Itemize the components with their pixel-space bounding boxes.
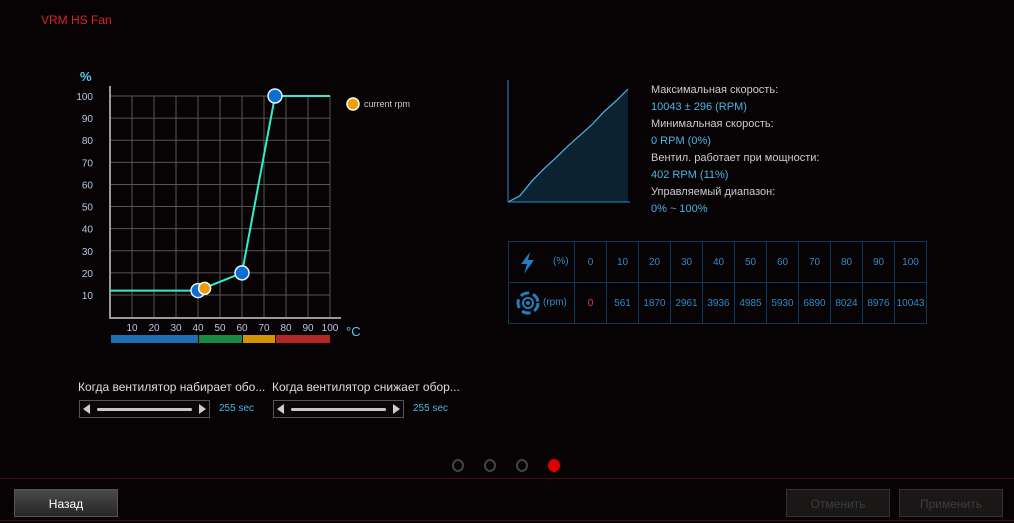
rpm-cell: 3936 <box>702 282 735 324</box>
cancel-button[interactable]: Отменить <box>786 489 890 517</box>
rpm-cell: 8976 <box>862 282 895 324</box>
x-tick-label: 90 <box>302 323 314 334</box>
arrow-left-icon[interactable] <box>83 404 90 414</box>
legend-label: current rpm <box>364 99 410 109</box>
legend-marker <box>346 97 360 111</box>
y-tick-label: 70 <box>82 158 94 169</box>
page-dot-3[interactable] <box>516 459 528 472</box>
control-range-label: Управляемый диапазон: <box>651 186 776 198</box>
rpm-mini-chart <box>507 80 630 203</box>
min-speed-value: 0 RPM (0%) <box>651 135 711 147</box>
apply-button[interactable]: Применить <box>899 489 1003 517</box>
x-tick-label: 60 <box>236 323 248 334</box>
rpm-cell: 2961 <box>670 282 703 324</box>
table-row-rpm: (rpm) 0 561 1870 2961 3936 4985 5930 6890 8024 89… <box>508 282 927 324</box>
ramp-down-label: Когда вентилятор снижает обор... <box>272 380 460 394</box>
fan-icon <box>516 291 540 315</box>
rpm-cell: 0 <box>574 282 607 324</box>
divider <box>0 478 1014 479</box>
percent-cell: 50 <box>734 241 767 283</box>
max-speed-label: Максимальная скорость: <box>651 84 779 96</box>
y-tick-label: 20 <box>82 269 94 280</box>
y-tick-label: 90 <box>82 114 94 125</box>
max-speed-value: 10043 ± 296 (RPM) <box>651 101 747 113</box>
rpm-cell: 1870 <box>638 282 671 324</box>
curve-control-point[interactable] <box>267 88 283 104</box>
temperature-zone-bar <box>199 335 242 343</box>
percent-cell: 10 <box>606 241 639 283</box>
slider-track[interactable] <box>97 408 192 411</box>
rpm-cell: 10043 <box>894 282 927 324</box>
page-dot-1[interactable] <box>452 459 464 472</box>
arrow-left-icon[interactable] <box>277 404 284 414</box>
rpm-cell: 8024 <box>830 282 863 324</box>
x-tick-label: 20 <box>148 323 160 334</box>
percent-cell: 0 <box>574 241 607 283</box>
x-tick-label: 10 <box>126 323 138 334</box>
rpm-unit: (rpm) <box>543 297 567 308</box>
divider <box>0 520 1014 521</box>
percent-cell: 70 <box>798 241 831 283</box>
y-tick-label: 10 <box>82 291 94 302</box>
percent-unit: (%) <box>553 256 569 267</box>
percent-cell: 80 <box>830 241 863 283</box>
control-range-value: 0% ~ 100% <box>651 203 708 215</box>
temperature-zone-bar <box>276 335 330 343</box>
percent-cell: 60 <box>766 241 799 283</box>
lightning-icon <box>521 252 534 274</box>
ramp-up-value: 255 sec <box>219 403 255 414</box>
page-dot-4-active[interactable] <box>548 459 560 472</box>
power-header: (%) <box>508 241 575 283</box>
page-dot-2[interactable] <box>484 459 496 472</box>
percent-cell: 20 <box>638 241 671 283</box>
y-axis-label: % <box>80 69 92 84</box>
rpm-header: (rpm) <box>508 282 575 324</box>
y-tick-label: 60 <box>82 180 94 191</box>
ramp-down-slider[interactable] <box>273 400 404 418</box>
min-speed-label: Минимальная скорость: <box>651 118 774 130</box>
temperature-zone-bar <box>111 335 198 343</box>
slider-track[interactable] <box>291 408 386 411</box>
start-power-value: 402 RPM (11%) <box>651 169 729 181</box>
rpm-table: (%) 0 10 20 30 40 50 60 70 80 90 100 (rpm) 0 561 187… <box>508 241 927 324</box>
arrow-right-icon[interactable] <box>393 404 400 414</box>
y-tick-label: 80 <box>82 136 94 147</box>
rpm-cell: 561 <box>606 282 639 324</box>
y-tick-label: 40 <box>82 225 94 236</box>
curve-control-point[interactable] <box>234 265 250 281</box>
ramp-down-value: 255 sec <box>413 403 449 414</box>
percent-cell: 90 <box>862 241 895 283</box>
rpm-cell: 5930 <box>766 282 799 324</box>
x-tick-label: 40 <box>192 323 204 334</box>
y-tick-label: 50 <box>82 203 94 214</box>
x-tick-label: 70 <box>258 323 270 334</box>
back-button[interactable]: Назад <box>14 489 118 517</box>
y-tick-label: 100 <box>76 92 93 103</box>
table-row-percent: (%) 0 10 20 30 40 50 60 70 80 90 100 <box>508 241 927 283</box>
x-axis-label: °C <box>346 324 361 339</box>
ramp-up-slider[interactable] <box>79 400 210 418</box>
rpm-cell: 4985 <box>734 282 767 324</box>
x-tick-label: 80 <box>280 323 292 334</box>
current-rpm-marker <box>197 281 212 296</box>
percent-cell: 100 <box>894 241 927 283</box>
x-tick-label: 30 <box>170 323 182 334</box>
x-tick-label: 50 <box>214 323 226 334</box>
fan-curve-chart[interactable]: % °C 10 20 30 40 50 60 70 80 90 100 10 20 30 40 50 60 70… <box>0 0 480 360</box>
percent-cell: 30 <box>670 241 703 283</box>
legend: current rpm <box>346 97 410 111</box>
temperature-zone-bar <box>243 335 275 343</box>
percent-cell: 40 <box>702 241 735 283</box>
rpm-cell: 6890 <box>798 282 831 324</box>
arrow-right-icon[interactable] <box>199 404 206 414</box>
ramp-up-label: Когда вентилятор набирает обо... <box>78 380 266 394</box>
start-power-label: Вентил. работает при мощности: <box>651 152 820 164</box>
y-tick-label: 30 <box>82 247 94 258</box>
x-tick-label: 100 <box>322 323 339 334</box>
